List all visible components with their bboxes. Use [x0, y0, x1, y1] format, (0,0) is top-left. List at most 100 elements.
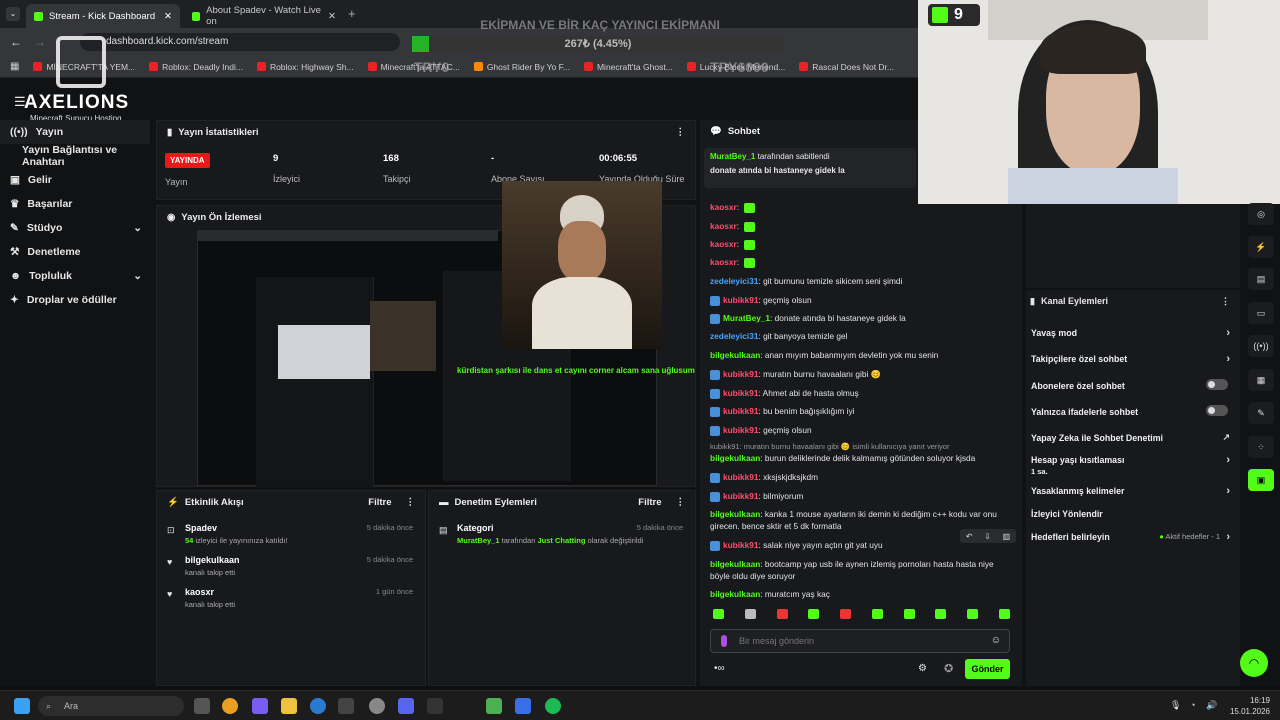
channel-action-item[interactable]: Yalnızca ifadelerle sohbet	[1031, 405, 1236, 417]
bookmark-6[interactable]: Minecraft'ta Ghost...	[583, 62, 673, 72]
sidebar-item-topluluk[interactable]: ☻ Topluluk ⌄	[0, 264, 150, 288]
tab-about-spadev[interactable]: About Spadev - Watch Live on ✕	[184, 4, 344, 28]
sidebar-item-gelir[interactable]: ▣ Gelir	[0, 168, 150, 192]
toggle-switch[interactable]	[1206, 379, 1228, 390]
sidebar-item-basarilar[interactable]: ♛ Başarılar	[0, 192, 150, 216]
chat-message[interactable]: kaosxr:	[710, 220, 1010, 232]
bookmark-8[interactable]: Rascal Does Not Dr...	[799, 62, 894, 72]
emote-icon[interactable]	[808, 609, 820, 619]
chat-icon[interactable]: ▭	[1248, 302, 1274, 324]
broadcast-icon[interactable]: ((•))	[1248, 335, 1274, 357]
obs-icon[interactable]	[369, 698, 385, 714]
wrench-icon[interactable]: ✎	[1248, 402, 1274, 424]
emote-icon[interactable]	[998, 609, 1010, 619]
chat-input[interactable]	[739, 633, 979, 649]
clock[interactable]: 16:19 15.01.2026	[1226, 695, 1270, 717]
channel-action-item[interactable]: İzleyici Yönlendir	[1031, 509, 1236, 519]
send-button[interactable]: Gönder	[965, 659, 1010, 679]
close-icon[interactable]: ✕	[328, 11, 336, 22]
chat-username[interactable]: kubikk91	[723, 406, 759, 416]
filter-button[interactable]: Filtre	[368, 497, 391, 508]
chat-username[interactable]: kubikk91	[723, 540, 759, 550]
chat-message[interactable]: kaosxr:	[710, 238, 1010, 250]
emoji-icon[interactable]: ☺	[991, 635, 1001, 646]
back-icon[interactable]: ←	[10, 35, 22, 49]
capcut-icon[interactable]	[427, 698, 443, 714]
app-icon[interactable]	[515, 698, 531, 714]
taskbar-search[interactable]: Ara ⌕	[38, 696, 184, 716]
chat-username[interactable]: MuratBey_1	[723, 313, 770, 323]
chat-username[interactable]: kubikk91	[723, 388, 759, 398]
chat-username[interactable]: kaosxr	[710, 239, 737, 249]
microphone-icon[interactable]: 🎙	[1170, 700, 1181, 711]
sidebar-item-studyo[interactable]: ✎ Stüdyo ⌄	[0, 216, 150, 240]
chat-message[interactable]: bilgekulkaan: anan mıyım babanmıyım devl…	[710, 349, 1010, 361]
edge-icon[interactable]	[310, 698, 326, 714]
minecraft-icon[interactable]	[486, 698, 502, 714]
chat-username[interactable]: kubikk91	[723, 295, 759, 305]
dots-icon[interactable]: ⁘	[1248, 436, 1274, 458]
store-icon[interactable]	[338, 698, 354, 714]
chat-message[interactable]: bilgekulkaan: muratcım yaş kaç	[710, 588, 1010, 600]
spotify-icon[interactable]	[545, 698, 561, 714]
filter-button[interactable]: Filtre	[638, 497, 661, 508]
new-tab-icon[interactable]: +	[348, 6, 356, 21]
channel-action-item[interactable]: Yavaş mod ›	[1031, 327, 1236, 339]
channel-action-item[interactable]: Hesap yaşı kısıtlaması 1 sa. ›	[1031, 454, 1236, 476]
chat-message[interactable]: MuratBey_1: donate atında bi hastaneye g…	[710, 312, 1010, 324]
emote-icon[interactable]	[871, 609, 883, 619]
channel-action-item[interactable]: Yapay Zeka ile Sohbet Denetimi ↗	[1031, 432, 1236, 443]
document-icon[interactable]: ▤	[1248, 268, 1274, 290]
emote-icon[interactable]	[903, 609, 915, 619]
chat-message[interactable]: zedeleyici31: git burnunu temizle sikice…	[710, 275, 1010, 287]
chat-message[interactable]: bilgekulkaan: burun deliklerinde delik k…	[710, 452, 1010, 464]
chat-username[interactable]: kaosxr	[710, 221, 737, 231]
chat-username[interactable]: kubikk91	[723, 472, 759, 482]
emote-icon[interactable]	[935, 609, 947, 619]
pinned-message[interactable]: MuratBey_1 tarafından sabitlendi donate …	[704, 148, 916, 188]
bookmark-2[interactable]: Roblox: Deadly Indi...	[149, 62, 243, 72]
activity-icon[interactable]: ▣	[1248, 469, 1274, 491]
channel-action-item[interactable]: Takipçilere özel sohbet ›	[1031, 353, 1236, 365]
url-field[interactable]: dashboard.kick.com/stream	[80, 33, 400, 51]
chat-username[interactable]: bilgekulkaan	[710, 559, 760, 569]
wifi-icon[interactable]: ◔	[1190, 700, 1195, 710]
emote-icon[interactable]	[744, 609, 756, 619]
reply-icon[interactable]: ↶	[966, 532, 973, 541]
help-icon[interactable]: ◠	[1240, 649, 1268, 677]
chat-message[interactable]: kubikk91: bu benim bağışıklığım iyi	[710, 405, 1010, 417]
emote-icon[interactable]	[967, 609, 979, 619]
chat-username[interactable]: zedeleyici31	[710, 276, 758, 286]
folder-icon[interactable]	[281, 698, 297, 714]
pin-icon[interactable]: ⇩	[984, 532, 991, 541]
more-icon[interactable]: ⋮	[406, 497, 416, 508]
tab-kick-dashboard[interactable]: Stream - Kick Dashboard ✕	[26, 4, 180, 28]
bookmark-5[interactable]: Ghost Rider By Yo F...	[473, 62, 570, 72]
chat-message[interactable]: kubikk91: Ahmet abi de hasta olmuş	[710, 387, 1010, 399]
emote-icon[interactable]	[713, 609, 724, 619]
trash-icon[interactable]: ▥	[1003, 532, 1011, 541]
chat-message[interactable]: bilgekulkaan: bootcamp yap usb ile aynen…	[710, 558, 1010, 582]
sidebar-item-yayin[interactable]: ((•)) Yayın	[0, 120, 150, 144]
chat-username[interactable]: bilgekulkaan	[710, 350, 760, 360]
more-icon[interactable]: ⋮	[676, 497, 686, 508]
chat-message[interactable]: kubikk91: muratın burnu havaalanı gibi 😊	[710, 368, 1010, 380]
apps-icon[interactable]: ▦	[10, 61, 19, 72]
chat-message[interactable]: kubikk91: geçmiş olsun	[710, 424, 1010, 436]
bookmark-3[interactable]: Roblox: Highway Sh...	[256, 62, 354, 72]
chat-message[interactable]: kaosxr:	[710, 256, 1010, 268]
forward-icon[interactable]: →	[34, 35, 46, 49]
lightning-icon[interactable]: ⚡	[1248, 236, 1274, 258]
chat-message[interactable]: kubikk91: bilmiyorum	[710, 490, 1010, 502]
tab-list-icon[interactable]: ⌄	[6, 7, 20, 21]
chat-username[interactable]: kaosxr	[710, 257, 737, 267]
chat-username[interactable]: zedeleyici31	[710, 331, 758, 341]
shield-icon[interactable]: ✪	[944, 662, 953, 675]
channel-action-item[interactable]: Yasaklanmış kelimeler ›	[1031, 485, 1236, 497]
more-icon[interactable]: ⋮	[1221, 296, 1230, 307]
emote-icon[interactable]	[840, 609, 852, 619]
task-view-icon[interactable]	[194, 698, 210, 714]
list-icon[interactable]: ▦	[1248, 369, 1274, 391]
chat-input-box[interactable]: ☺	[710, 629, 1010, 653]
chat-message[interactable]: kubikk91: xksjskjdksjkdm	[710, 471, 1010, 483]
